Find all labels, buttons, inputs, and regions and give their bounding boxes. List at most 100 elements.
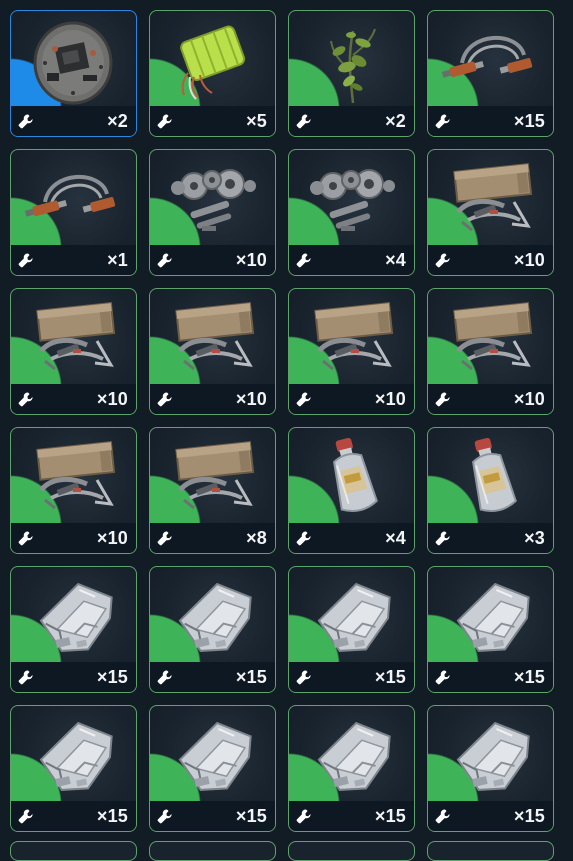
- wrench-icon: [157, 114, 172, 129]
- slot-footer: ×15: [289, 662, 414, 692]
- craft-action[interactable]: [17, 390, 35, 408]
- metal-plating-icon: [178, 721, 252, 791]
- inventory-slot[interactable]: ×15: [149, 705, 276, 832]
- wrench-icon: [157, 392, 172, 407]
- craft-action[interactable]: [434, 251, 452, 269]
- metal-plating-icon: [456, 721, 530, 791]
- tool-kit-icon: [36, 441, 116, 510]
- inventory-slot[interactable]: ×10: [427, 288, 554, 415]
- craft-action[interactable]: [17, 112, 35, 130]
- item-quantity: ×10: [96, 527, 128, 548]
- slot-footer: ×5: [150, 106, 275, 136]
- inventory-slot[interactable]: ×3: [427, 427, 554, 554]
- inventory-slot-partial[interactable]: [427, 841, 554, 861]
- inventory-grid: ×2 ×5 ×2 ×15 ×1 ×10 ×4 ×10 ×10 ×10 ×10 ×…: [10, 10, 554, 832]
- wrench-icon: [157, 670, 172, 685]
- tool-kit-icon: [453, 163, 533, 232]
- item-quantity: ×10: [374, 388, 406, 409]
- slot-footer: ×10: [428, 245, 553, 275]
- inventory-slot[interactable]: ×15: [427, 705, 554, 832]
- slot-footer: ×4: [289, 245, 414, 275]
- craft-action[interactable]: [295, 807, 313, 825]
- inventory-slot-partial[interactable]: [288, 841, 415, 861]
- inventory-slot[interactable]: ×10: [149, 288, 276, 415]
- wrench-icon: [157, 809, 172, 824]
- craft-action[interactable]: [17, 251, 35, 269]
- tool-kit-icon: [175, 441, 255, 510]
- craft-action[interactable]: [295, 390, 313, 408]
- inventory-slot[interactable]: ×1: [10, 149, 137, 276]
- inventory-slot-partial[interactable]: [149, 841, 276, 861]
- inventory-slot[interactable]: ×15: [288, 566, 415, 693]
- item-quantity: ×10: [513, 388, 545, 409]
- slot-footer: ×15: [11, 662, 136, 692]
- wrench-icon: [157, 253, 172, 268]
- wrench-icon: [18, 670, 33, 685]
- craft-action[interactable]: [156, 112, 174, 130]
- tool-kit-icon: [175, 302, 255, 371]
- wrench-icon: [18, 114, 33, 129]
- craft-action[interactable]: [295, 251, 313, 269]
- inventory-slot[interactable]: ×5: [149, 10, 276, 137]
- wrench-icon: [296, 670, 311, 685]
- slot-footer: ×2: [11, 106, 136, 136]
- inventory-slot[interactable]: ×15: [10, 705, 137, 832]
- item-quantity: ×4: [385, 249, 406, 270]
- inventory-slot[interactable]: ×10: [10, 288, 137, 415]
- inventory-slot[interactable]: ×4: [288, 149, 415, 276]
- slot-footer: ×15: [150, 662, 275, 692]
- slot-footer: ×10: [11, 384, 136, 414]
- item-quantity: ×2: [107, 110, 128, 131]
- inventory-slot[interactable]: ×15: [149, 566, 276, 693]
- cable-connector-icon: [441, 35, 533, 78]
- inventory-slot[interactable]: ×10: [427, 149, 554, 276]
- item-quantity: ×2: [385, 110, 406, 131]
- plant-icon: [330, 28, 376, 104]
- item-quantity: ×15: [374, 666, 406, 687]
- wrench-icon: [18, 531, 33, 546]
- inventory-slot[interactable]: ×8: [149, 427, 276, 554]
- inventory-slot[interactable]: ×10: [10, 427, 137, 554]
- craft-action[interactable]: [156, 807, 174, 825]
- craft-action[interactable]: [434, 112, 452, 130]
- item-quantity: ×4: [385, 527, 406, 548]
- craft-action[interactable]: [17, 668, 35, 686]
- inventory-slot[interactable]: ×15: [427, 10, 554, 137]
- slot-footer: ×2: [289, 106, 414, 136]
- craft-action[interactable]: [17, 807, 35, 825]
- craft-action[interactable]: [17, 529, 35, 547]
- craft-action[interactable]: [295, 529, 313, 547]
- craft-action[interactable]: [295, 112, 313, 130]
- inventory-slot[interactable]: ×2: [10, 10, 137, 137]
- craft-action[interactable]: [156, 390, 174, 408]
- item-quantity: ×15: [96, 805, 128, 826]
- craft-action[interactable]: [295, 668, 313, 686]
- inventory-slot[interactable]: ×4: [288, 427, 415, 554]
- wrench-icon: [435, 392, 450, 407]
- battery-pack-icon: [180, 25, 246, 100]
- inventory-slot[interactable]: ×15: [427, 566, 554, 693]
- inventory-slot[interactable]: ×10: [288, 288, 415, 415]
- tool-kit-icon: [314, 302, 394, 371]
- inventory-slot[interactable]: ×15: [288, 705, 415, 832]
- craft-action[interactable]: [434, 390, 452, 408]
- craft-action[interactable]: [434, 807, 452, 825]
- item-quantity: ×15: [96, 666, 128, 687]
- inventory-slot-partial[interactable]: [10, 841, 137, 861]
- inventory-slot[interactable]: ×2: [288, 10, 415, 137]
- craft-action[interactable]: [434, 668, 452, 686]
- craft-action[interactable]: [156, 251, 174, 269]
- item-quantity: ×15: [513, 666, 545, 687]
- slot-footer: ×15: [150, 801, 275, 831]
- slot-footer: ×15: [428, 801, 553, 831]
- craft-action[interactable]: [434, 529, 452, 547]
- bottle-icon: [472, 437, 517, 513]
- inventory-slot[interactable]: ×10: [149, 149, 276, 276]
- craft-action[interactable]: [156, 668, 174, 686]
- item-quantity: ×8: [246, 527, 267, 548]
- inventory-slot[interactable]: ×15: [10, 566, 137, 693]
- wrench-icon: [296, 253, 311, 268]
- craft-action[interactable]: [156, 529, 174, 547]
- slot-footer: ×10: [289, 384, 414, 414]
- slot-footer: ×10: [150, 245, 275, 275]
